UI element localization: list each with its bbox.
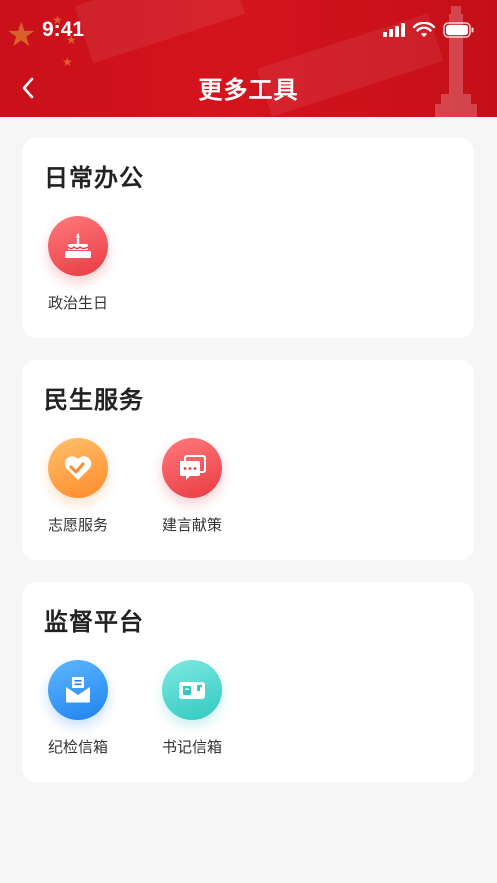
tool-volunteer-service[interactable]: 志愿服务 bbox=[28, 438, 128, 535]
tool-icon-circle bbox=[162, 660, 222, 720]
wifi-icon bbox=[413, 22, 435, 37]
status-icons bbox=[383, 22, 475, 38]
app-header: ★ ★ ★ ★ 9:41 更多工具 bbox=[0, 0, 497, 117]
envelope-icon bbox=[66, 677, 90, 703]
tool-label: 建言献策 bbox=[161, 516, 222, 534]
tool-label: 书记信箱 bbox=[161, 738, 222, 756]
heart-handshake-icon bbox=[64, 456, 92, 480]
birthday-cake-icon bbox=[65, 233, 91, 258]
tool-label: 政治生日 bbox=[47, 294, 108, 312]
tool-suggestions[interactable]: 建言献策 bbox=[142, 438, 242, 535]
nav-bar: 更多工具 bbox=[0, 60, 497, 117]
status-bar: 9:41 bbox=[0, 0, 497, 60]
section-title: 日常办公 bbox=[44, 164, 144, 192]
tool-political-birthday[interactable]: 政治生日 bbox=[28, 216, 128, 313]
section-title: 监督平台 bbox=[44, 608, 144, 636]
section-daily-office: 日常办公 政治生日 bbox=[22, 138, 474, 338]
tool-icon-circle bbox=[48, 660, 108, 720]
tool-label: 志愿服务 bbox=[47, 516, 108, 534]
cellular-signal-icon bbox=[383, 23, 405, 37]
mailbox-icon bbox=[179, 682, 205, 699]
tool-discipline-mailbox[interactable]: 纪检信箱 bbox=[28, 660, 128, 757]
page-title: 更多工具 bbox=[198, 76, 299, 104]
tool-label: 纪检信箱 bbox=[47, 738, 108, 756]
battery-icon bbox=[443, 22, 474, 38]
section-supervision-platform: 监督平台 纪检信箱 书记信箱 bbox=[22, 582, 474, 782]
status-time: 9:41 bbox=[42, 18, 85, 41]
tool-secretary-mailbox[interactable]: 书记信箱 bbox=[142, 660, 242, 757]
chat-bubbles-icon bbox=[180, 455, 206, 480]
section-livelihood-services: 民生服务 志愿服务 建言献策 bbox=[22, 360, 474, 560]
tool-icon-circle bbox=[48, 438, 108, 498]
tool-icon-circle bbox=[48, 216, 108, 276]
section-title: 民生服务 bbox=[44, 386, 144, 414]
tool-icon-circle bbox=[162, 438, 222, 498]
